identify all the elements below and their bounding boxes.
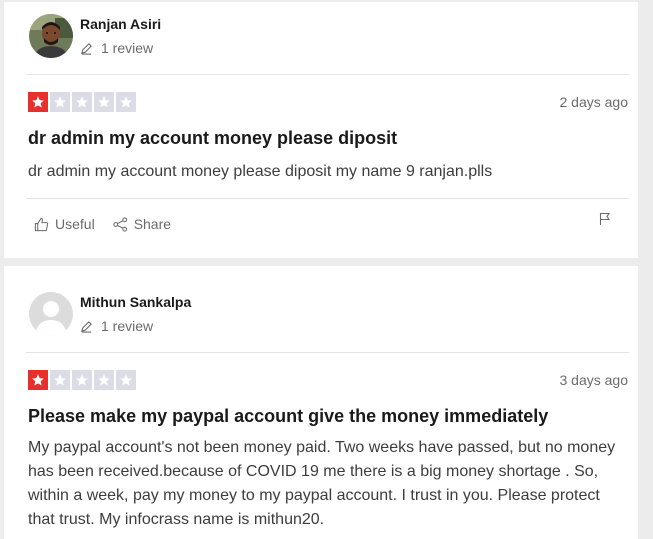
star-icon — [28, 370, 48, 390]
star-icon — [116, 370, 136, 390]
star-icon — [94, 370, 114, 390]
star-icon — [50, 92, 70, 112]
avatar[interactable] — [29, 292, 73, 336]
share-icon — [113, 216, 127, 232]
review-date: 3 days ago — [559, 372, 629, 388]
divider — [26, 198, 629, 199]
reviewer-name[interactable]: Mithun Sankalpa — [80, 294, 191, 310]
star-icon — [72, 370, 92, 390]
pencil-icon — [81, 320, 92, 333]
star-icon — [72, 92, 92, 112]
review-body: dr admin my account money please diposit… — [28, 163, 493, 180]
divider — [26, 352, 629, 353]
review-actions: Useful Share — [34, 216, 189, 232]
thumbs-up-icon — [34, 217, 49, 231]
review-title[interactable]: dr admin my account money please diposit — [28, 128, 397, 149]
review-date: 2 days ago — [559, 94, 629, 110]
star-icon — [94, 92, 114, 112]
review-card: Ranjan Asiri 1 review 2 days ago dr admi… — [4, 2, 638, 258]
review-body: My paypal account's not been money paid.… — [28, 439, 616, 528]
review-title[interactable]: Please make my paypal account give the m… — [28, 406, 548, 427]
star-icon — [116, 92, 136, 112]
star-rating — [28, 92, 136, 112]
pencil-icon — [81, 42, 92, 55]
report-button[interactable] — [598, 212, 612, 231]
divider — [26, 74, 629, 75]
reviewer-review-count: 1 review — [80, 40, 153, 56]
star-icon — [50, 370, 70, 390]
useful-button[interactable]: Useful — [34, 216, 95, 232]
reviewer-review-count: 1 review — [80, 318, 153, 334]
user-photo — [29, 14, 73, 58]
star-rating — [28, 370, 136, 390]
review-card: Mithun Sankalpa 1 review 3 days ago Plea… — [4, 266, 638, 539]
useful-label: Useful — [55, 216, 95, 232]
share-label: Share — [133, 216, 172, 232]
reviewer-name[interactable]: Ranjan Asiri — [80, 16, 161, 32]
flag-icon — [599, 212, 611, 225]
share-button[interactable]: Share — [113, 216, 171, 232]
avatar[interactable] — [29, 14, 73, 58]
star-icon — [28, 92, 48, 112]
review-count-label: 1 review — [101, 40, 154, 56]
default-avatar-icon — [29, 292, 73, 336]
review-count-label: 1 review — [101, 318, 154, 334]
